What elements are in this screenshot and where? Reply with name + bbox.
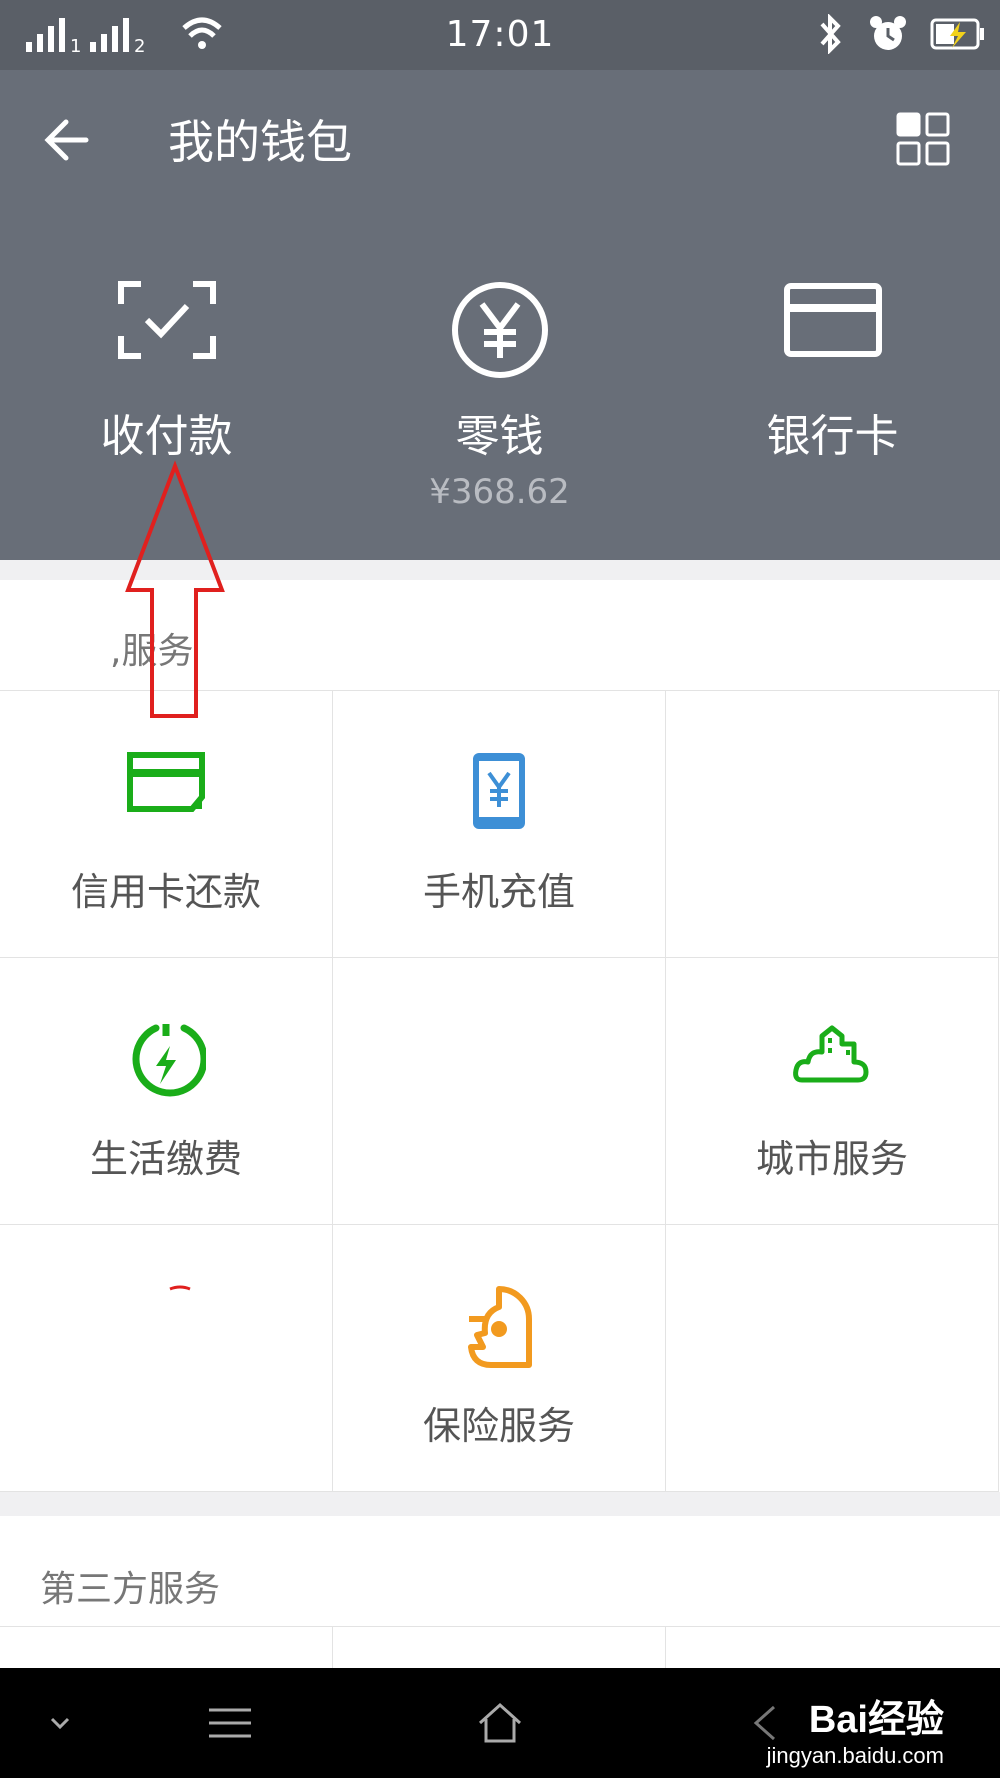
third-party-title: 第三方服务 bbox=[40, 1569, 221, 1610]
bank-card-button[interactable]: 银行卡 bbox=[666, 270, 999, 540]
status-bar: 1 2 17:01 bbox=[0, 0, 1000, 70]
utility-bill-button[interactable]: 生活缴费 bbox=[0, 958, 333, 1225]
nav-collapse-button[interactable] bbox=[30, 1668, 90, 1778]
nav-home-button[interactable] bbox=[465, 1668, 535, 1778]
receive-pay-label: 收付款 bbox=[100, 411, 233, 462]
city-service-icon bbox=[793, 1025, 869, 1083]
nav-menu-button[interactable] bbox=[195, 1668, 265, 1778]
city-service-button[interactable]: 城市服务 bbox=[666, 958, 999, 1225]
wallet-header: 我的钱包 收付款 零钱 ¥368.62 银行卡 bbox=[0, 70, 1000, 560]
grid-menu-icon[interactable] bbox=[896, 112, 950, 166]
baidu-watermark: Bai经验 jingyan.baidu.com bbox=[767, 1688, 944, 1769]
empty-service-cell bbox=[333, 958, 666, 1225]
third-party-section: 第三方服务 bbox=[0, 1516, 1000, 1687]
utility-bill-icon bbox=[132, 1024, 206, 1097]
chevron-down-icon bbox=[50, 1717, 70, 1730]
empty-service-cell bbox=[666, 691, 999, 958]
services-section: ,服务 信用卡还款 手机充值 生活缴费 城市服务 保险服务 bbox=[0, 580, 1000, 1492]
page-title: 我的钱包 bbox=[168, 115, 352, 169]
partial-icon-fragment bbox=[169, 1285, 191, 1291]
receive-pay-button[interactable]: 收付款 bbox=[0, 270, 333, 540]
credit-card-repay-button[interactable]: 信用卡还款 bbox=[0, 691, 333, 958]
services-grid: 信用卡还款 手机充值 生活缴费 城市服务 保险服务 bbox=[0, 690, 1000, 1493]
change-balance-button[interactable]: 零钱 ¥368.62 bbox=[333, 270, 666, 540]
bluetooth-icon bbox=[820, 14, 841, 54]
battery-charging-icon bbox=[930, 18, 984, 50]
watermark-url: jingyan.baidu.com bbox=[766, 1743, 944, 1768]
mobile-topup-button[interactable]: 手机充值 bbox=[333, 691, 666, 958]
alarm-icon bbox=[870, 16, 906, 50]
insurance-label: 保险服务 bbox=[422, 1404, 575, 1448]
bank-card-label: 银行卡 bbox=[766, 411, 899, 462]
mobile-topup-icon bbox=[473, 753, 525, 829]
empty-service-cell bbox=[0, 1225, 333, 1492]
change-label: 零钱 bbox=[455, 411, 544, 462]
change-balance: ¥368.62 bbox=[429, 472, 570, 512]
credit-card-repay-label: 信用卡还款 bbox=[70, 870, 261, 914]
home-icon bbox=[478, 1702, 522, 1743]
menu-icon bbox=[209, 1708, 251, 1738]
bank-card-icon bbox=[783, 283, 882, 357]
insurance-icon bbox=[468, 1286, 532, 1368]
utility-bill-label: 生活缴费 bbox=[89, 1137, 242, 1181]
scan-check-icon bbox=[117, 281, 216, 359]
credit-card-repay-icon bbox=[127, 752, 205, 812]
empty-service-cell bbox=[666, 1225, 999, 1492]
system-nav-bar: Bai经验 jingyan.baidu.com bbox=[0, 1668, 1000, 1778]
insurance-button[interactable]: 保险服务 bbox=[333, 1225, 666, 1492]
city-service-label: 城市服务 bbox=[755, 1137, 908, 1181]
mobile-topup-label: 手机充值 bbox=[422, 870, 575, 914]
yen-circle-icon bbox=[451, 282, 548, 378]
back-arrow-icon[interactable] bbox=[40, 110, 100, 170]
third-party-grid bbox=[0, 1626, 1000, 1687]
watermark-brand: Bai经验 bbox=[808, 1699, 944, 1741]
services-title: ,服务 bbox=[110, 631, 194, 672]
